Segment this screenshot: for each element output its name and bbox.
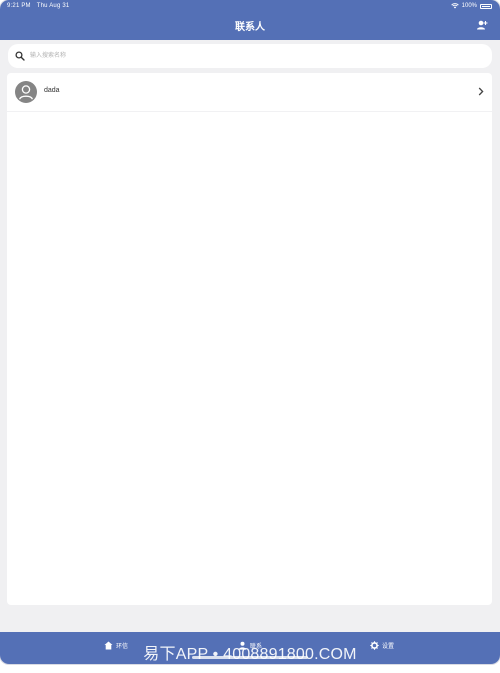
contacts-icon <box>238 641 247 650</box>
list-item[interactable]: dada <box>7 73 492 112</box>
tab-settings[interactable]: 设置 <box>370 641 394 650</box>
search-icon <box>15 51 25 61</box>
chevron-right-icon <box>478 87 484 96</box>
add-contact-icon[interactable] <box>476 20 488 30</box>
contact-list: dada <box>7 73 492 605</box>
search-bar <box>8 44 492 68</box>
tab-home[interactable]: 环信 <box>104 641 128 650</box>
tab-bar: 环信 联系 设置 <box>0 632 500 664</box>
app-window: 9:21 PM Thu Aug 31 100% 联系人 输入搜索名称 dada … <box>0 0 500 664</box>
tab-contacts[interactable]: 联系 <box>238 641 262 650</box>
home-indicator <box>192 656 308 659</box>
search-input[interactable] <box>30 49 470 63</box>
tab-settings-label: 设置 <box>382 644 395 650</box>
status-bar-right: 100% <box>450 3 492 9</box>
tab-contacts-label: 联系 <box>250 644 263 650</box>
person-icon <box>15 81 37 103</box>
navigation-bar: 9:21 PM Thu Aug 31 100% 联系人 <box>0 0 500 40</box>
page-title: 联系人 <box>235 22 265 33</box>
tab-home-label: 环信 <box>116 644 129 650</box>
status-bar-left: 9:21 PM Thu Aug 31 <box>7 3 69 9</box>
battery-icon <box>480 3 492 9</box>
battery-percent: 100% <box>461 3 477 9</box>
wifi-icon <box>450 3 459 9</box>
status-date: Thu Aug 31 <box>36 3 70 9</box>
contact-name: dada <box>44 87 60 94</box>
gear-icon <box>370 641 379 650</box>
home-icon <box>104 641 113 650</box>
status-time: 9:21 PM <box>7 3 31 9</box>
